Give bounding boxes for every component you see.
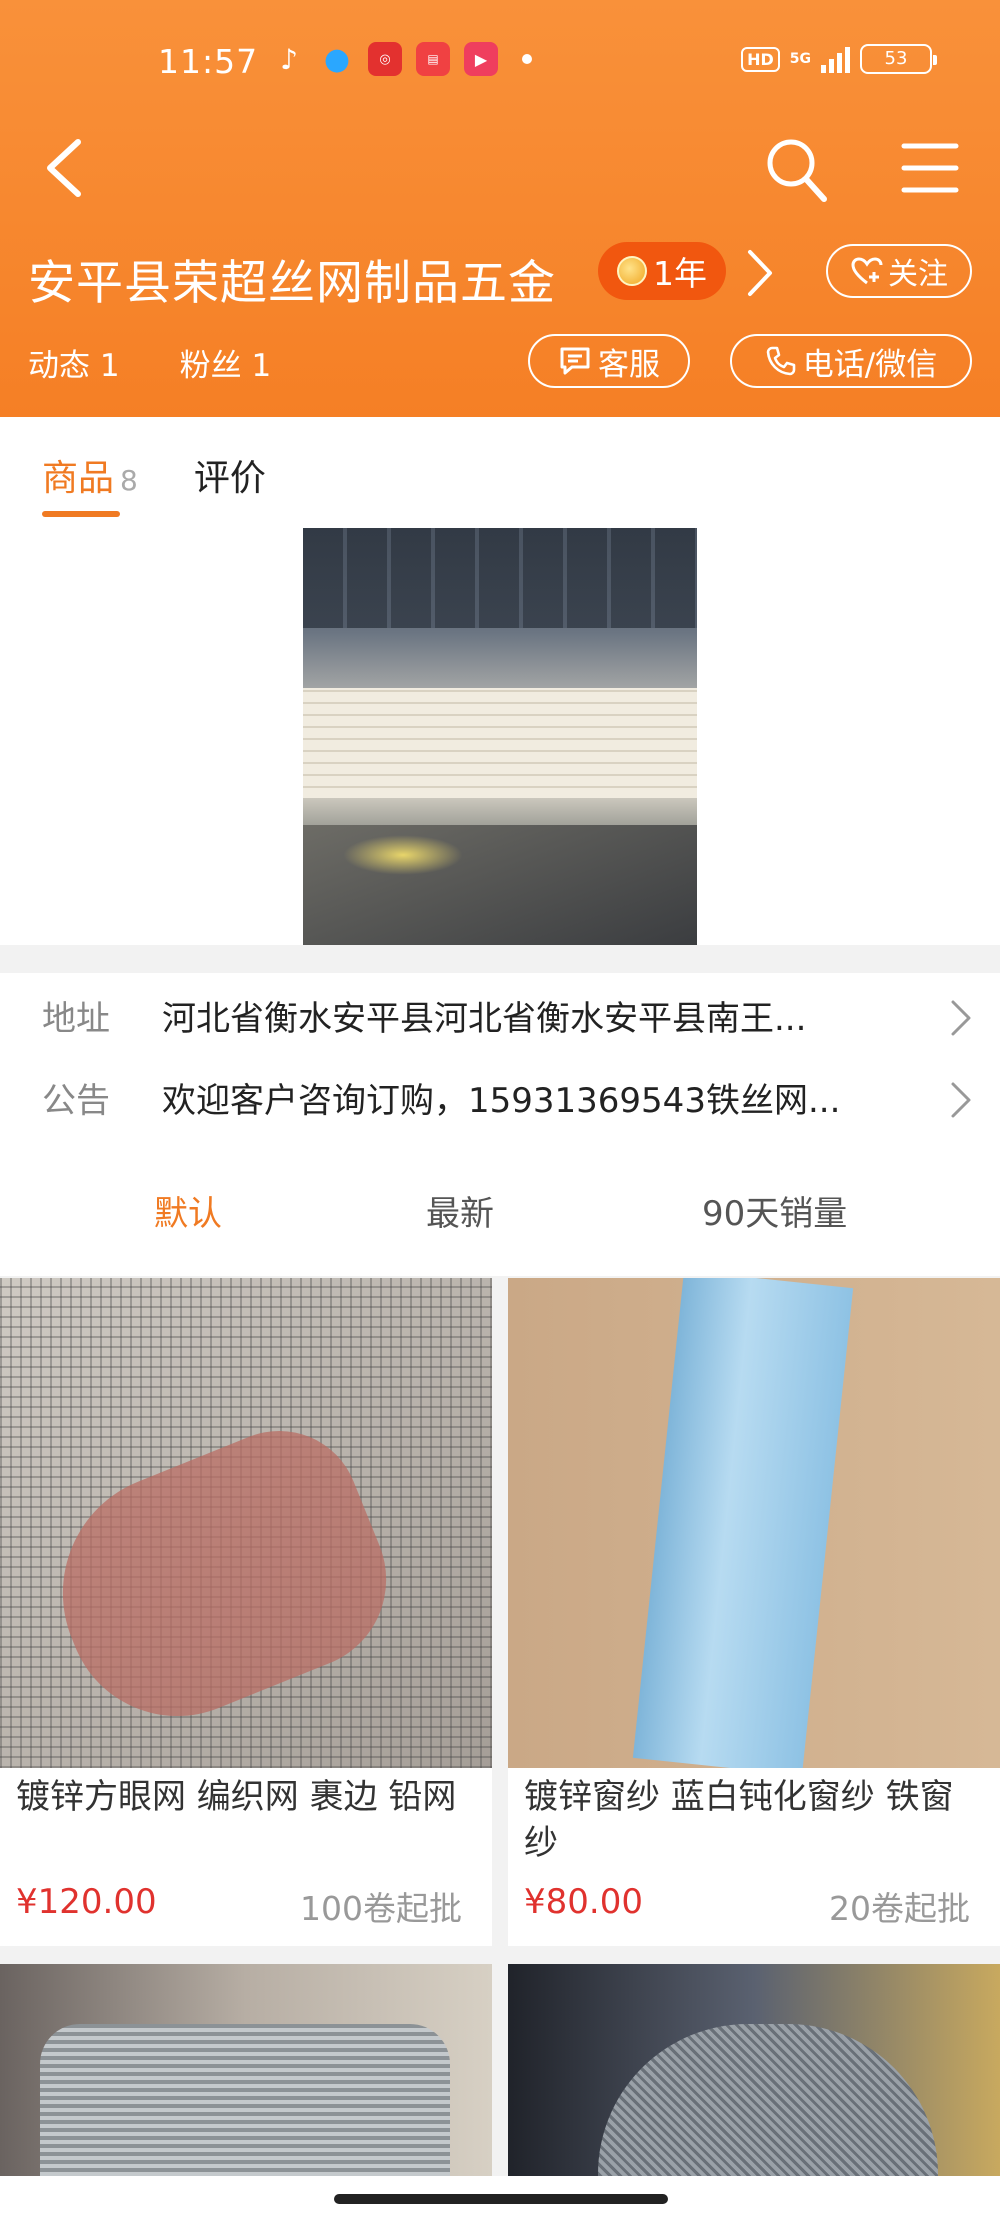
network-type: 5G [789,51,811,67]
notice-label: 公告 [42,1081,110,1121]
qq-icon: ● [323,41,351,77]
year-badge-label: 1年 [653,254,707,293]
stat-fans-value: 1 [251,348,272,384]
tab-active-indicator [42,511,120,517]
tab-products[interactable]: 商品 8 [42,449,138,517]
product-min-order: 20卷起批 [829,1889,970,1928]
phone-wechat-button[interactable]: 电话/微信 [730,334,972,388]
address-chevron-icon [951,1000,971,1036]
stat-posts-value: 1 [99,348,120,384]
sort-90day-sales[interactable]: 90天销量 [702,1186,847,1235]
medal-icon [617,256,647,286]
notice-chevron-icon [951,1082,971,1118]
shop-content: 商品 8 评价 [0,417,1000,945]
chat-bubble-icon [560,347,590,375]
product-card[interactable] [0,1964,492,2176]
notice-row[interactable]: 公告 欢迎客户咨询订购，15931369543铁丝网... [42,1073,982,1122]
product-price: ¥80.00 [524,1882,643,1922]
tiktok-icon: ♪ [280,42,298,76]
year-badge[interactable]: 1年 [598,242,726,300]
product-image [0,1964,492,2176]
video-app-icon: ▶ [464,42,498,76]
customer-service-button[interactable]: 客服 [528,334,690,388]
product-title: 镀锌窗纱 蓝白钝化窗纱 铁窗纱 [524,1777,954,1863]
address-text: 河北省衡水安平县河北省衡水安平县南王... [162,999,807,1039]
product-title: 镀锌方眼网 编织网 裹边 铅网 [16,1777,457,1817]
product-card[interactable]: 镀锌窗纱 蓝白钝化窗纱 铁窗纱 ¥80.00 20卷起批 [508,1278,1000,1946]
follow-label: 关注 [888,257,948,292]
stat-fans-label: 粉丝 [179,348,242,384]
sort-newest[interactable]: 最新 [426,1186,494,1235]
product-card[interactable]: 镀锌方眼网 编织网 裹边 铅网 ¥120.00 100卷起批 [0,1278,492,1946]
section-divider [0,945,1000,973]
customer-service-label: 客服 [598,346,660,383]
address-row[interactable]: 地址 河北省衡水安平县河北省衡水安平县南王... [42,991,982,1040]
product-image [508,1964,1000,2176]
menu-icon[interactable] [900,140,960,196]
product-card[interactable] [508,1964,1000,2176]
shop-name[interactable]: 安平县荣超丝网制品五金 [28,244,556,313]
tab-products-label: 商品 [42,458,115,499]
sort-default[interactable]: 默认 [154,1186,222,1235]
shop-stats: 动态 1 粉丝 1 [28,340,271,385]
status-bar: 11:57 ♪ ● ◎ ▤ ▶ HD 5G 53 [0,40,1000,86]
back-arrow-icon[interactable] [40,138,90,198]
chevron-right-icon[interactable] [744,248,774,298]
follow-button[interactable]: 关注 [826,244,972,298]
stat-posts[interactable]: 动态 1 [28,340,120,385]
phone-wechat-label: 电话/微信 [802,346,938,383]
product-image [508,1278,1000,1768]
shop-banner-image[interactable] [303,528,697,945]
product-min-order: 100卷起批 [300,1889,462,1928]
system-status: HD 5G 53 [741,44,937,74]
more-notifications-dot [522,54,532,64]
shop-tabs: 商品 8 评价 [42,449,266,517]
notification-icons: ♪ ● ◎ ▤ ▶ [272,41,532,77]
phone-icon [766,346,796,376]
toutiao-icon: ▤ [416,42,450,76]
home-indicator[interactable] [334,2194,668,2204]
battery-icon: 53 [860,44,937,74]
tab-products-count: 8 [120,464,138,497]
shop-header: 11:57 ♪ ● ◎ ▤ ▶ HD 5G 53 安平县荣超丝网制品五金 1年 … [0,0,1000,417]
signal-bars-icon [821,45,850,73]
product-price: ¥120.00 [16,1882,157,1922]
status-time: 11:57 [158,42,259,81]
product-image [0,1278,492,1768]
stat-fans[interactable]: 粉丝 1 [180,340,272,385]
search-icon[interactable] [764,136,828,204]
address-label: 地址 [42,999,110,1039]
hd-icon: HD [741,46,780,72]
stat-posts-label: 动态 [28,348,90,384]
gesture-bar [0,2176,1000,2222]
sort-bar: 默认 最新 90天销量 [0,1186,1000,1276]
heart-plus-icon [851,257,883,285]
tab-reviews[interactable]: 评价 [194,449,266,501]
notice-text: 欢迎客户咨询订购，15931369543铁丝网... [162,1081,841,1121]
kuaishou-icon: ◎ [368,42,402,76]
